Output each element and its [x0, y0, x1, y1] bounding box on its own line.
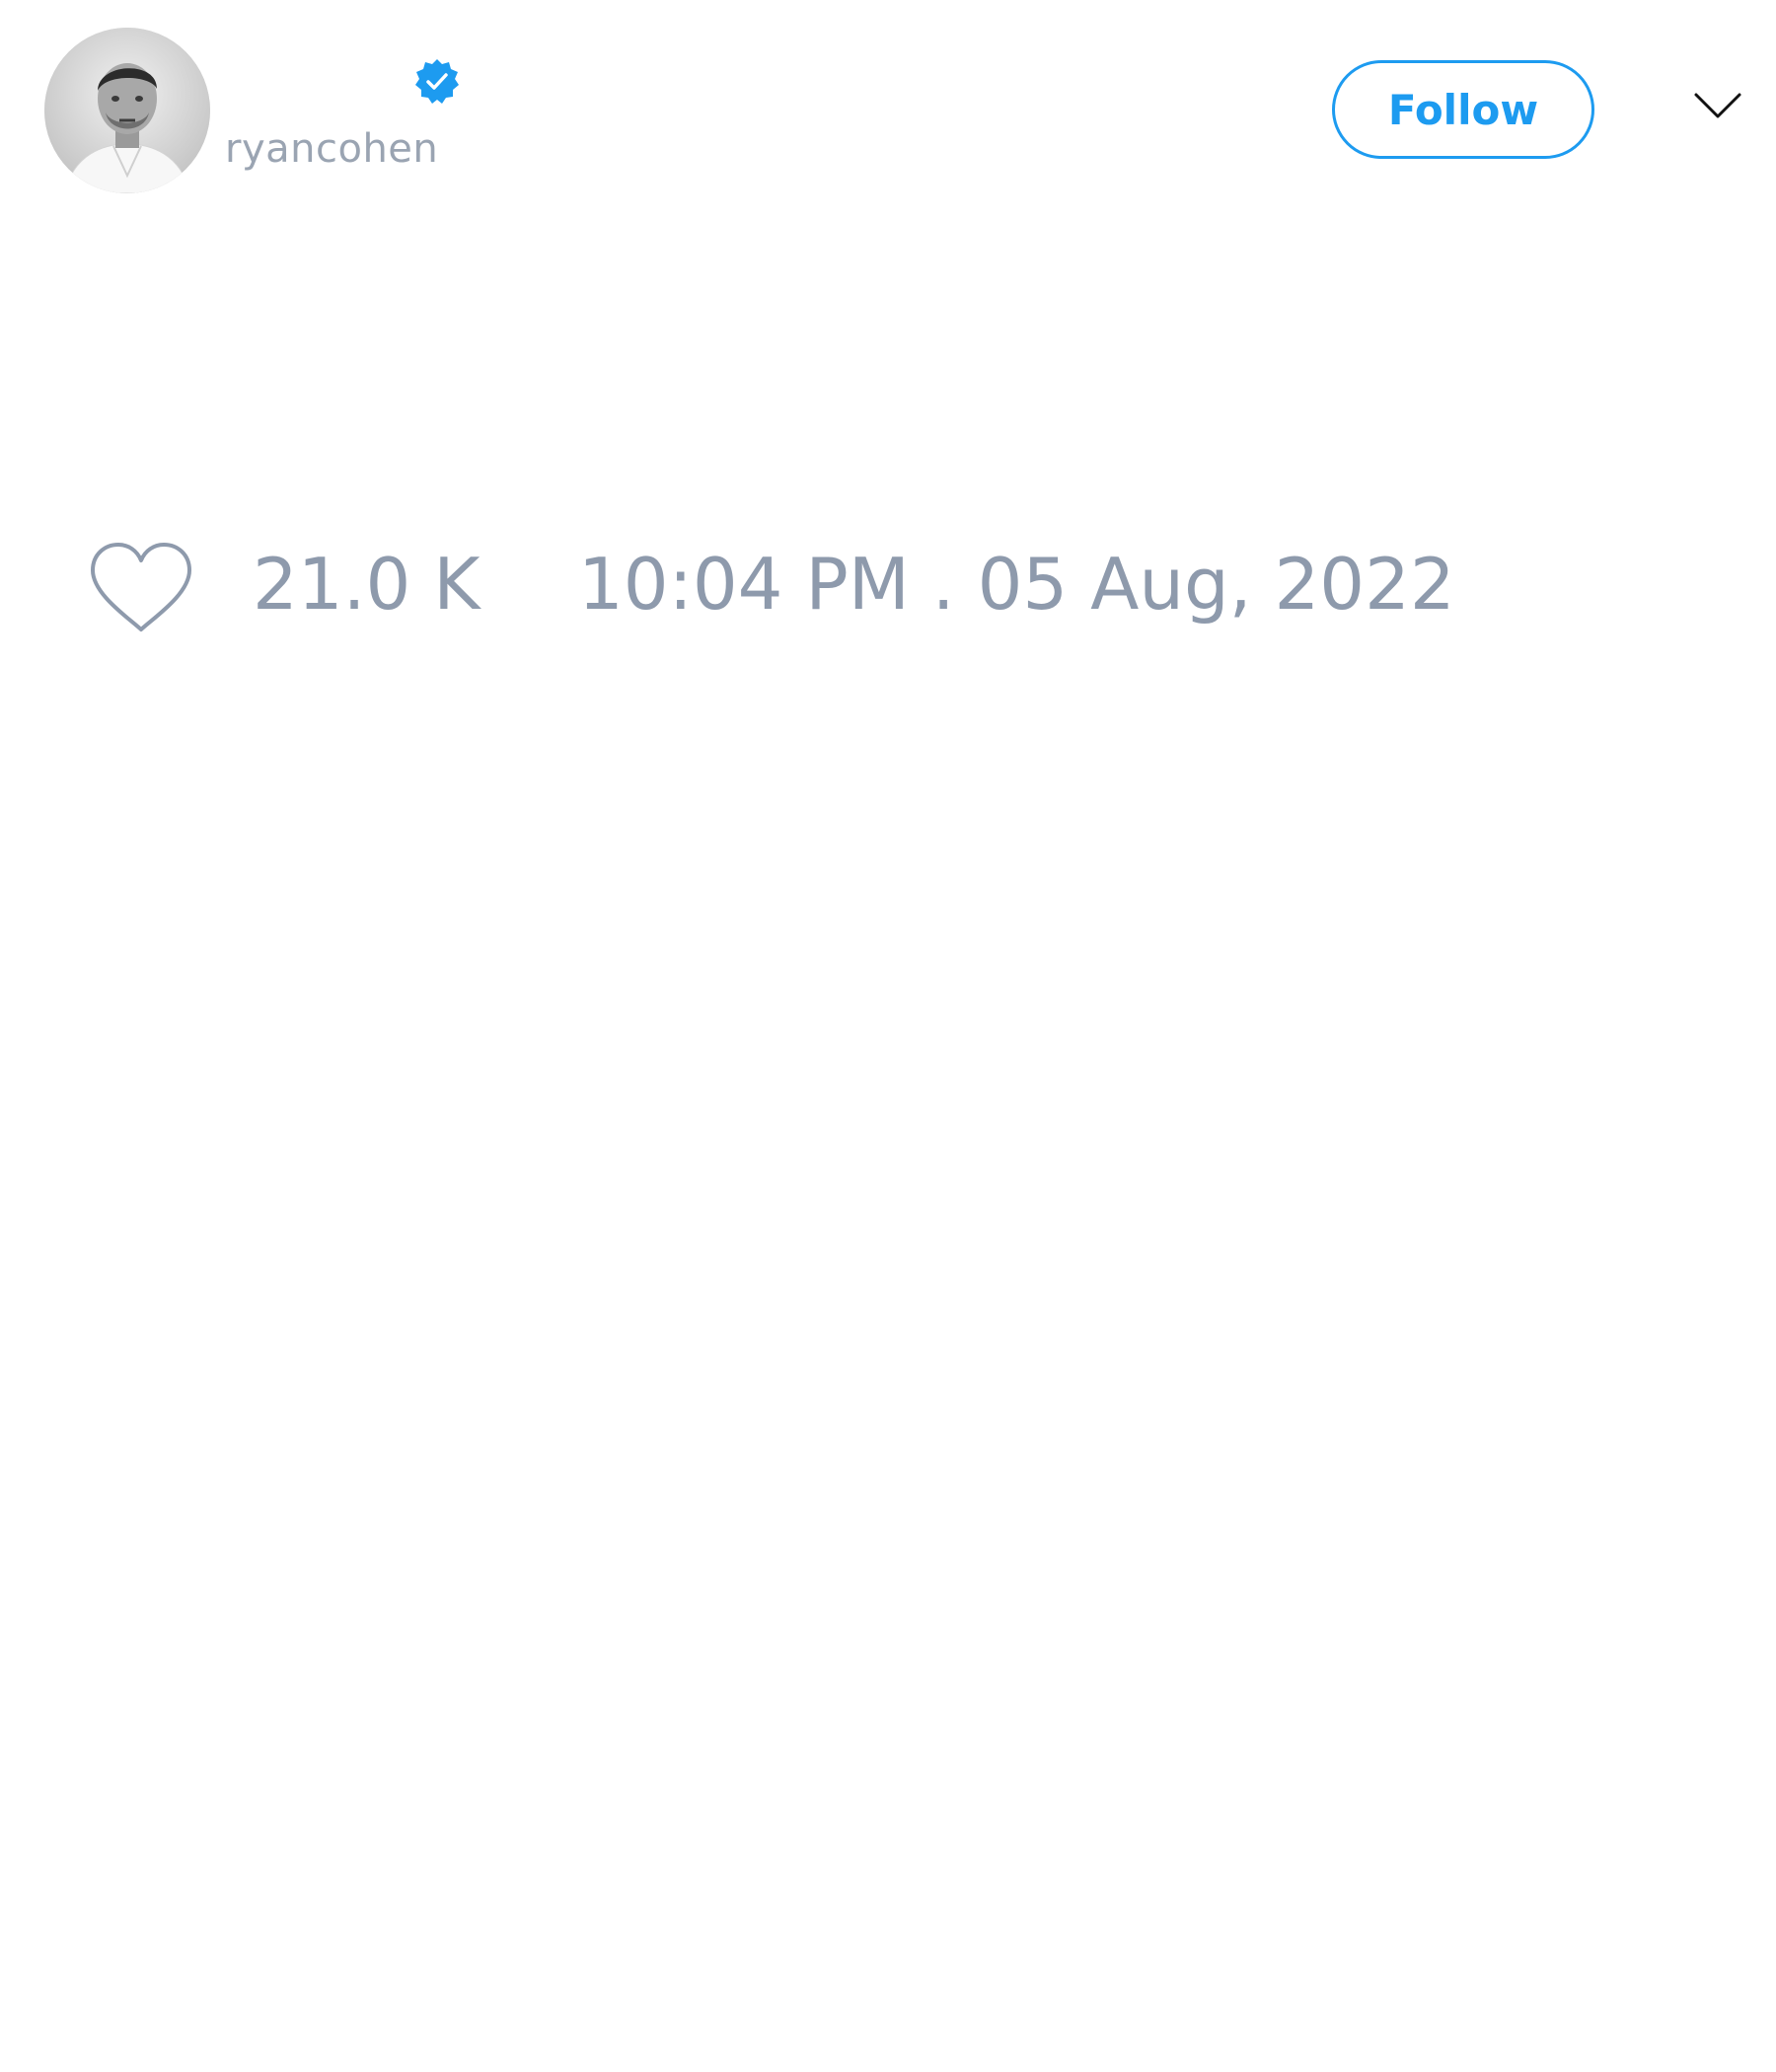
- tweet-timestamp[interactable]: 10:04 PM . 05 Aug, 2022: [578, 543, 1455, 626]
- heart-outline-icon[interactable]: [89, 541, 193, 635]
- tweet-card: ryancohen Follow 21.0 K 10:04 PM . 05 Au…: [0, 0, 1776, 2072]
- avatar[interactable]: [44, 28, 210, 193]
- follow-button[interactable]: Follow: [1332, 60, 1594, 159]
- chevron-down-icon[interactable]: [1693, 91, 1742, 120]
- verified-badge-icon: [415, 59, 459, 104]
- avatar-image: [44, 28, 210, 193]
- author-handle[interactable]: ryancohen: [225, 126, 438, 172]
- like-count: 21.0 K: [253, 543, 481, 626]
